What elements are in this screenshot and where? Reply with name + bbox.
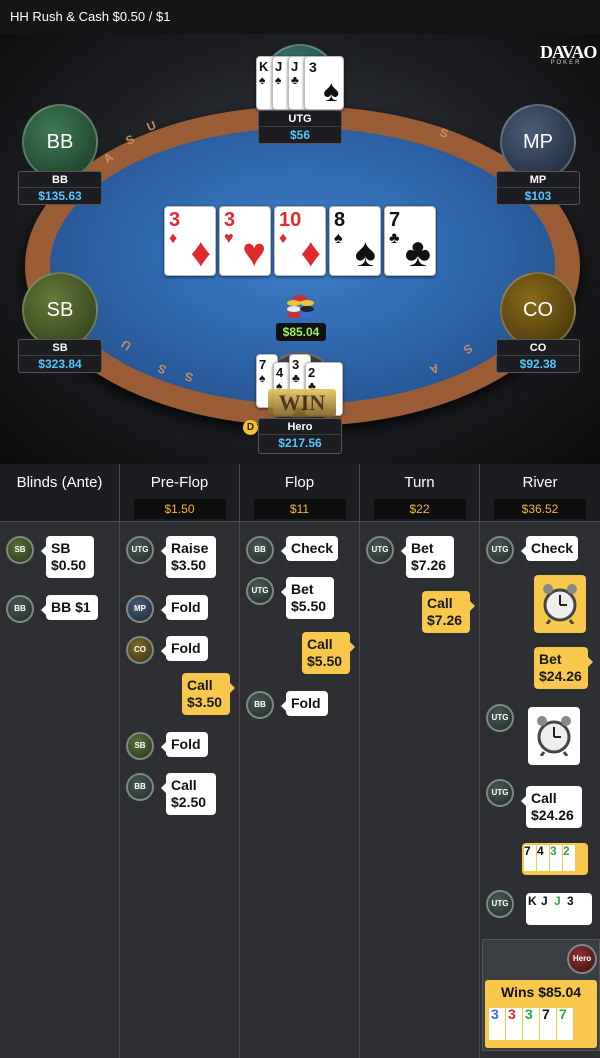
- seat-stack: $135.63: [38, 189, 82, 203]
- street-name: Turn: [404, 474, 435, 491]
- action-bubble: Raise $3.50: [161, 536, 216, 578]
- board-card: 3 ♥ ♥: [219, 206, 271, 276]
- utg-hole-card: 3 ♠: [304, 56, 344, 110]
- co-nameplate: CO $92.38: [496, 339, 580, 373]
- hero-nameplate: Hero $217.56: [258, 418, 342, 454]
- position-badge: UTG: [246, 577, 274, 605]
- position-badge: UTG: [486, 536, 514, 564]
- hand-history: Blinds (Ante) Pre-Flop $1.50 Flop $11 Turn…: [0, 464, 600, 1058]
- board-card: 10 ♦ ♦: [274, 206, 326, 276]
- street-name: Blinds (Ante): [16, 474, 103, 491]
- position-badge: SB: [6, 536, 34, 564]
- position-badge: CO: [126, 636, 154, 664]
- position-badge: BB: [246, 536, 274, 564]
- position-badge: BB: [126, 773, 154, 801]
- position-badge: UTG: [486, 890, 514, 918]
- position-badge: UTG: [486, 704, 514, 732]
- seat-name: UTG: [259, 111, 341, 127]
- street-header[interactable]: Pre-Flop $1.50: [120, 464, 239, 522]
- utg-nameplate: UTG $56: [258, 110, 342, 144]
- action-bubble: Check: [521, 536, 578, 561]
- sb-nameplate: SB $323.84: [18, 339, 102, 373]
- winning-hand-cards: 33377: [489, 1007, 593, 1044]
- position-badge: MP: [126, 595, 154, 623]
- action-bubble: Bet $7.26: [401, 536, 454, 578]
- street-header[interactable]: Turn $22: [360, 464, 479, 522]
- street-header[interactable]: Blinds (Ante): [0, 464, 119, 522]
- action-bubble: Check: [281, 536, 338, 561]
- action-bubble: Fold: [161, 595, 208, 620]
- hero-badge: Hero: [567, 944, 597, 974]
- seat-name: BB: [19, 172, 101, 188]
- pot-amount: $85.04: [276, 323, 326, 341]
- street-pot: $22: [373, 499, 466, 519]
- street-header[interactable]: Flop $11: [240, 464, 359, 522]
- position-badge: SB: [126, 732, 154, 760]
- mp-nameplate: MP $103: [496, 171, 580, 205]
- seat-name: Hero: [259, 419, 341, 435]
- street-name: Flop: [284, 474, 315, 491]
- position-badge: UTG: [486, 779, 514, 807]
- seat-stack: $92.38: [519, 357, 557, 371]
- board-card: 3 ♦ ♦: [164, 206, 216, 276]
- position-badge: UTG: [366, 536, 394, 564]
- seat-stack: $103: [524, 189, 552, 203]
- winner-panel: Hero Wins $85.04 33377: [482, 939, 600, 1051]
- action-bubble: SB $0.50: [41, 536, 94, 578]
- hero-action-bubble: Call $5.50: [302, 632, 355, 674]
- seat-name: CO: [497, 340, 579, 356]
- seat-stack: $217.56: [278, 436, 322, 450]
- seat-name: SB: [19, 340, 101, 356]
- street-pot: $1.50: [133, 499, 226, 519]
- action-bubble: Bet $5.50: [281, 577, 334, 619]
- hero-action-bubble: Call $3.50: [182, 673, 235, 715]
- dealer-button-icon: D: [243, 420, 258, 435]
- action-bubble: BB $1: [41, 595, 98, 620]
- board-card: 8 ♠ ♠: [329, 206, 381, 276]
- position-badge: BB: [246, 691, 274, 719]
- street-header[interactable]: River $36.52: [480, 464, 600, 522]
- street-name: River: [522, 474, 558, 491]
- bb-nameplate: BB $135.63: [18, 171, 102, 205]
- mp-avatar[interactable]: MP: [500, 104, 576, 180]
- winner-amount: Wins $85.04: [500, 984, 582, 1000]
- action-bubble: Fold: [161, 732, 208, 757]
- action-bubble: Fold: [281, 691, 328, 716]
- win-banner: WIN: [268, 389, 336, 417]
- action-bubble: Call $2.50: [161, 773, 216, 815]
- winner-summary: Wins $85.04 33377: [485, 980, 597, 1048]
- hero-timebank-alarm-icon: [534, 575, 586, 633]
- hero-action-bubble: Call $7.26: [422, 591, 475, 633]
- co-avatar[interactable]: CO: [500, 272, 576, 348]
- position-badge: UTG: [126, 536, 154, 564]
- position-badge: BB: [6, 595, 34, 623]
- street-pot: $36.52: [494, 499, 586, 519]
- seat-name: MP: [497, 172, 579, 188]
- poker-table: U S A S S U S A S DAVAO POKER K ♠ J ♠ J ♣ 3…: [0, 34, 600, 464]
- seat-stack: $56: [289, 128, 311, 142]
- street-name: Pre-Flop: [150, 474, 209, 491]
- hero-action-bubble: Bet $24.26: [534, 647, 593, 689]
- bb-avatar[interactable]: BB: [22, 104, 98, 180]
- brand-logo: DAVAO POKER: [540, 42, 597, 66]
- seat-stack: $323.84: [38, 357, 82, 371]
- action-bubble: Call $24.26: [521, 786, 582, 828]
- board-card: 7 ♣ ♣: [384, 206, 436, 276]
- hero-shown-cards: 7432: [522, 843, 588, 875]
- window-title: HH Rush & Cash $0.50 / $1: [0, 0, 600, 34]
- utg-timebank-alarm-icon: [528, 707, 580, 765]
- sb-avatar[interactable]: SB: [22, 272, 98, 348]
- street-pot: $11: [253, 499, 346, 519]
- action-bubble: Fold: [161, 636, 208, 661]
- utg-shown-cards: KJJ3: [526, 893, 592, 925]
